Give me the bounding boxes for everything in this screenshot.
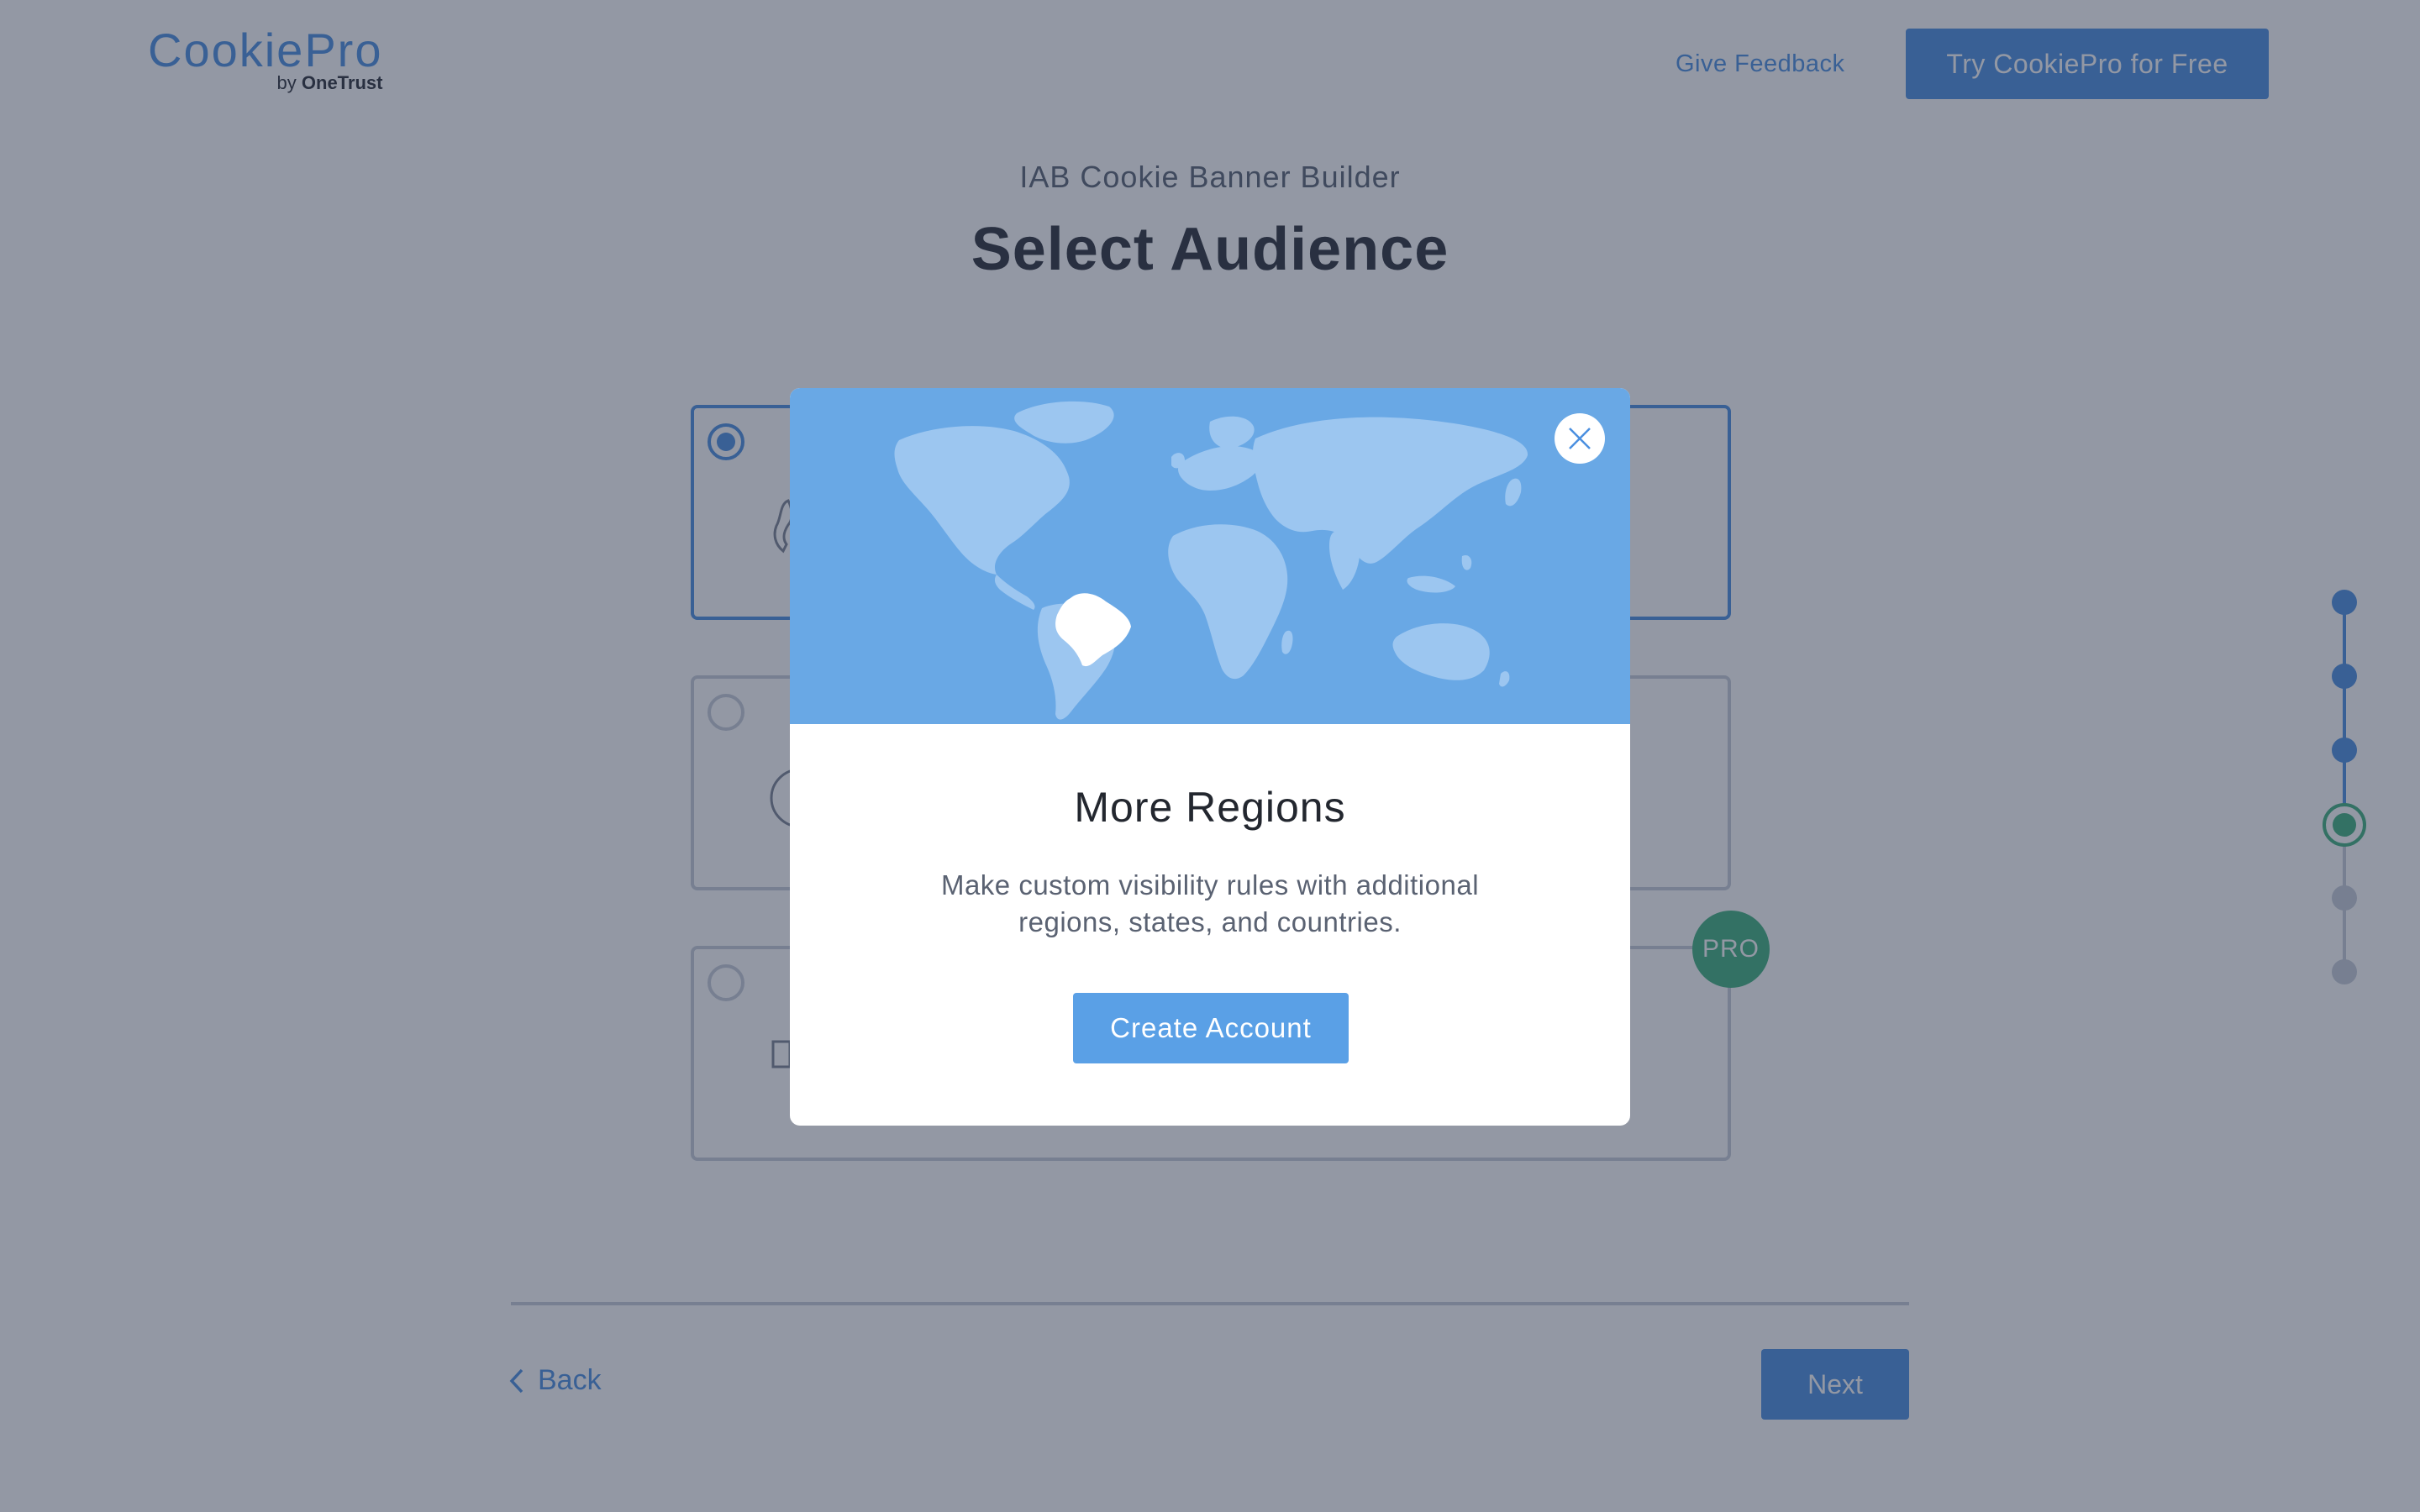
- modal-description-line: Make custom visibility rules with additi…: [940, 869, 1480, 900]
- create-account-button[interactable]: Create Account: [1073, 993, 1349, 1063]
- world-map-icon: [894, 401, 1528, 720]
- modal-description-line: regions, states, and countries.: [1018, 906, 1402, 937]
- modal-title: More Regions: [1074, 784, 1346, 831]
- modal-map-banner: [790, 388, 1630, 724]
- more-regions-modal: More Regions Make custom visibility rule…: [790, 388, 1630, 1126]
- close-icon: [1569, 428, 1591, 449]
- modal-description: Make custom visibility rules with additi…: [908, 867, 1512, 941]
- close-modal-button[interactable]: [1555, 413, 1605, 464]
